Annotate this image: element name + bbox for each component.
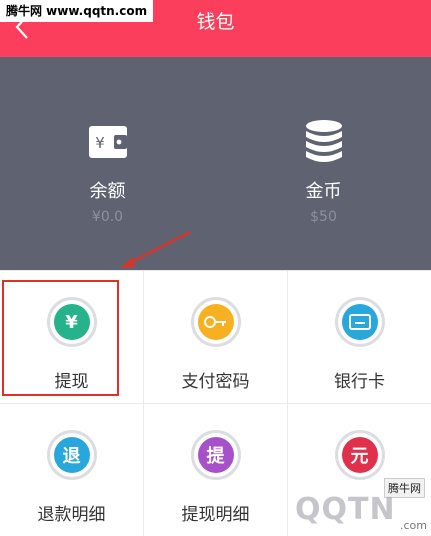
coins-label: 金币 [305,181,342,202]
refund-details-button[interactable]: 退 退款明细 [0,404,143,536]
coins-card[interactable]: 金币 $50 [216,57,431,270]
withdraw-label: 提现 [54,372,89,392]
card-icon [341,304,378,340]
refund-details-label: 退款明细 [37,505,106,525]
coin-stack-icon [304,119,344,165]
coins-value: $50 [310,209,337,225]
yen-icon: ¥ [53,304,90,340]
withdraw-button[interactable]: ¥ 提现 [0,271,143,403]
balance-card[interactable]: ¥ 余额 ¥0.0 [0,57,215,270]
bank-card-button[interactable]: 银行卡 [288,271,431,403]
site-watermark: 腾牛网 www.qqtn.com [0,0,154,22]
withdraw-record-icon: 提 [197,437,234,473]
wallet-summary: ¥ 余额 ¥0.0 金币 $50 [0,57,431,270]
balance-value: ¥0.0 [91,209,124,225]
withdraw-details-label: 提现明细 [181,505,250,525]
service-grid: ¥ 提现 支付密码 银行卡 退 退款明细 提 提现明细 元 [0,270,431,536]
bank-card-label: 银行卡 [334,372,385,392]
svg-text:¥: ¥ [95,134,105,152]
balance-label: 余额 [89,181,126,202]
refund-icon: 退 [53,437,90,473]
key-icon [197,304,234,340]
wallet-icon: ¥ [88,119,128,165]
yuan-service-button[interactable]: 元 [288,404,431,536]
payment-password-label: 支付密码 [181,372,250,392]
payment-password-button[interactable]: 支付密码 [144,271,287,403]
withdraw-details-button[interactable]: 提 提现明细 [144,404,287,536]
yuan-icon: 元 [341,437,378,473]
